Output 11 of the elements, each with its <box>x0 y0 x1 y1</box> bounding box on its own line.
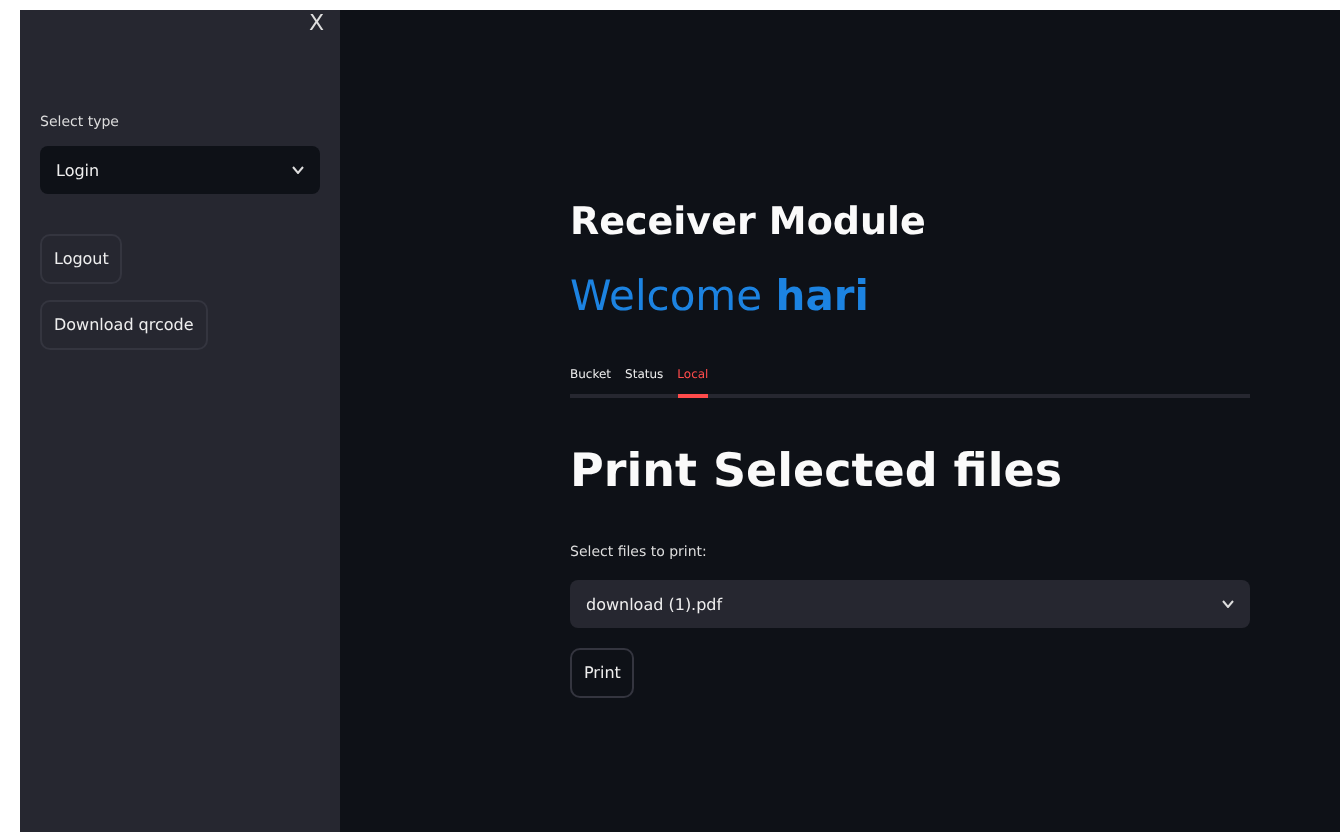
chevron-down-icon <box>292 166 304 174</box>
print-button[interactable]: Print <box>570 648 635 698</box>
chevron-down-icon <box>1222 600 1234 608</box>
close-button[interactable]: X <box>308 10 324 36</box>
file-select[interactable]: download (1).pdf <box>570 580 1250 628</box>
type-select[interactable]: Login <box>40 146 320 194</box>
sidebar-button[interactable]: Logout <box>40 234 123 284</box>
section-title: Print Selected files <box>570 446 1065 498</box>
welcome-heading: Welcome hari <box>570 272 871 320</box>
page-title: Receiver Module <box>570 200 928 244</box>
sidebar-button[interactable]: Download qrcode <box>40 300 208 350</box>
